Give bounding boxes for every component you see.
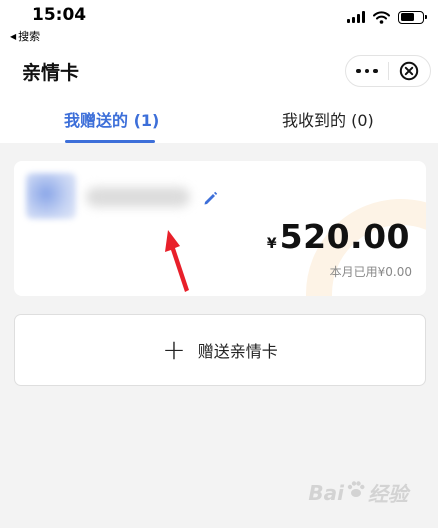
watermark: Bai 经验 [308, 478, 408, 507]
send-family-card-button[interactable]: + 赠送亲情卡 [14, 314, 426, 386]
red-arrow-annotation [165, 230, 189, 292]
back-triangle-icon: ◀ [10, 31, 17, 41]
family-card[interactable]: ¥ 520.00 本月已用¥0.00 [14, 161, 426, 296]
avatar [26, 173, 76, 219]
pencil-icon[interactable] [201, 189, 219, 207]
close-circle-icon[interactable] [389, 56, 430, 86]
top-header: 15:04 ◀ 搜索 亲情卡 我赠送的 (1) 我收到的 (0) [0, 0, 438, 143]
back-app-label: 搜索 [18, 30, 41, 43]
back-to-app-link[interactable]: ◀ 搜索 [10, 28, 40, 44]
watermark-text-left: Bai [308, 480, 344, 505]
status-icons [347, 9, 427, 25]
plus-icon: + [162, 333, 186, 366]
battery-icon [398, 10, 427, 24]
active-tab-indicator [65, 140, 155, 143]
tab-sent[interactable]: 我赠送的 (1) [64, 107, 159, 131]
monthly-usage: 本月已用¥0.00 [329, 265, 412, 279]
more-dots-icon[interactable] [346, 56, 388, 86]
status-time: 15:04 [32, 5, 87, 25]
signal-icon [347, 11, 365, 23]
amount-value: 520.00 [279, 217, 410, 256]
currency-symbol: ¥ [266, 236, 277, 252]
watermark-text-right: 经验 [368, 482, 408, 506]
page-title: 亲情卡 [22, 62, 80, 84]
mini-program-capsule [345, 55, 431, 87]
send-button-label: 赠送亲情卡 [197, 342, 278, 361]
wifi-icon [373, 10, 390, 24]
card-amount: ¥ 520.00 [267, 217, 410, 256]
paw-logo-icon [346, 480, 366, 505]
tab-received[interactable]: 我收到的 (0) [282, 107, 374, 131]
recipient-name-blurred [86, 187, 190, 207]
